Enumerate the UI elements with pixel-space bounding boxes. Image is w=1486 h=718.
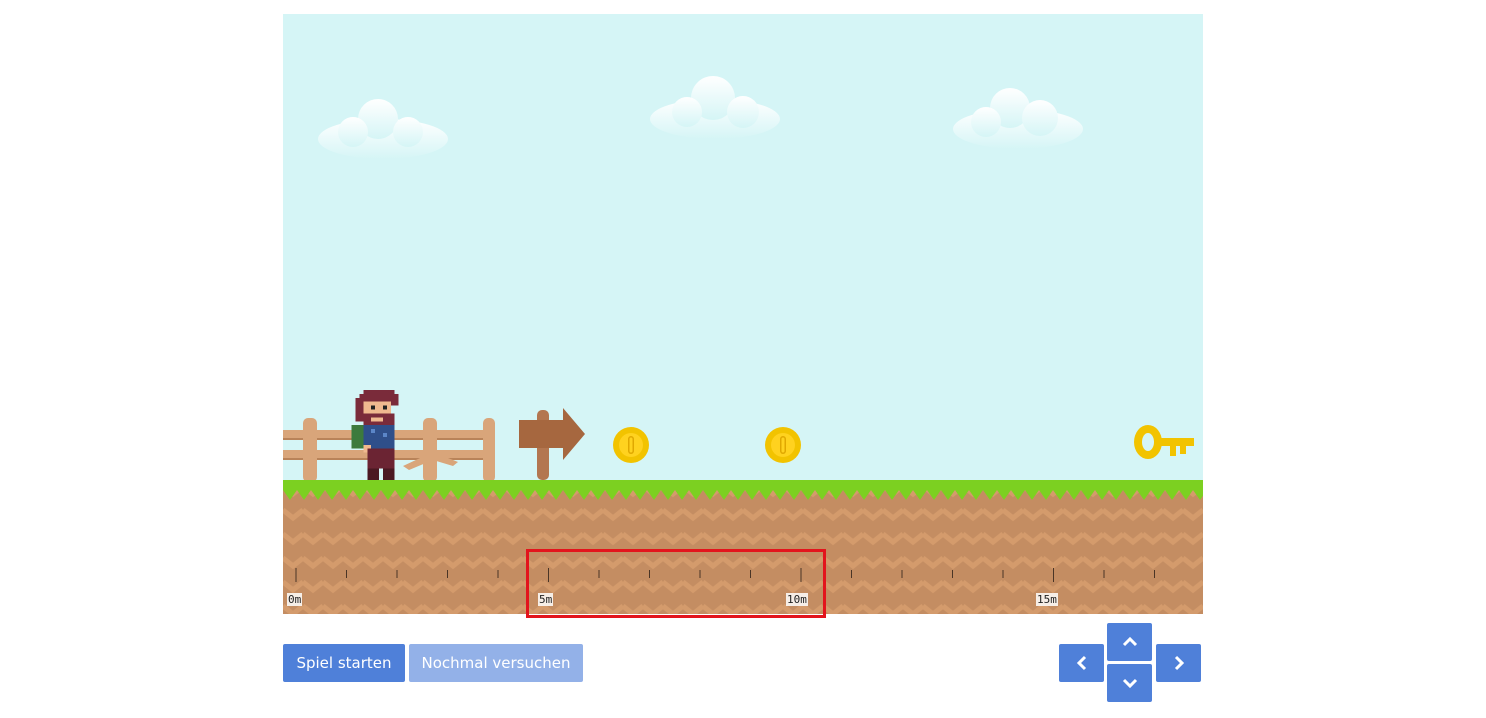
ruler-highlight-box: [526, 549, 826, 618]
cloud-icon: [953, 88, 1083, 149]
player-character-icon: [351, 389, 399, 480]
start-game-button[interactable]: Spiel starten: [283, 644, 405, 682]
chevron-up-icon: [1122, 636, 1137, 647]
cloud-icon: [650, 76, 780, 139]
key-icon: [1134, 425, 1194, 459]
game-canvas[interactable]: 0m 5m 10m 15m: [283, 14, 1203, 614]
move-up-button[interactable]: [1107, 623, 1152, 661]
retry-button[interactable]: Nochmal versuchen: [409, 644, 583, 682]
ruler-label-15m: 15m: [1036, 593, 1058, 606]
chevron-down-icon: [1122, 678, 1137, 689]
move-down-button[interactable]: [1107, 664, 1152, 702]
ruler-label-0m: 0m: [287, 593, 303, 606]
coin-icon: [765, 427, 801, 463]
grass: [283, 480, 1203, 502]
move-left-button[interactable]: [1059, 644, 1104, 682]
arrow-sign-icon: [519, 408, 585, 480]
cloud-icon: [318, 99, 448, 159]
chevron-right-icon: [1174, 655, 1184, 671]
chevron-left-icon: [1076, 655, 1086, 671]
move-right-button[interactable]: [1156, 644, 1201, 682]
coin-icon: [613, 427, 649, 463]
